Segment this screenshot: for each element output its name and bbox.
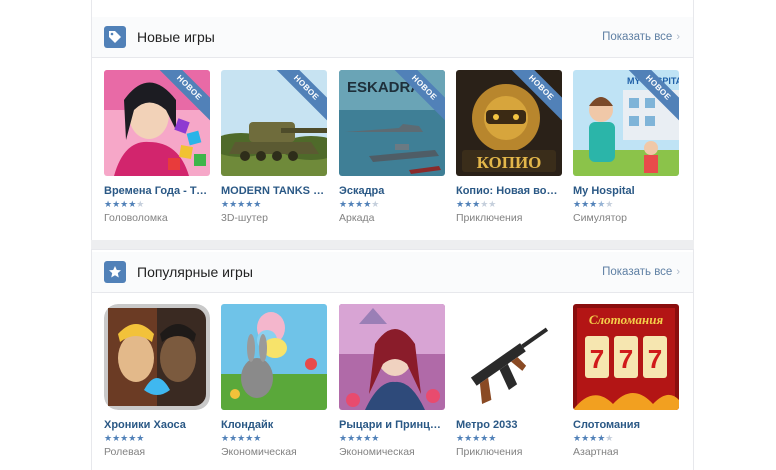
rating-stars: ★★★★★ — [221, 433, 262, 443]
show-all-link[interactable]: Показать все › — [602, 31, 680, 43]
rating-stars: ★★★★★ — [104, 199, 145, 209]
game-thumbnail[interactable]: Слотомания 7 7 7 — [573, 304, 679, 410]
game-card[interactable]: Хроники Хаоса ★★★★★ Ролевая — [104, 304, 210, 458]
game-title[interactable]: Копио: Новая война — [456, 185, 562, 197]
game-card[interactable]: Метро 2033 ★★★★★ Приключения — [456, 304, 562, 458]
game-card[interactable]: НОВОЕ MODERN TANKS BAT... ★★★★★ 3D-шутер — [221, 70, 327, 224]
show-all-label: Показать все — [602, 31, 673, 43]
rating-stars: ★★★★★ — [456, 433, 497, 443]
new-games-panel: Новые игры Показать все › НОВОЕ Времена … — [91, 0, 694, 241]
tag-icon — [104, 26, 126, 48]
rating-stars: ★★★★★ — [573, 433, 614, 443]
rating-stars: ★★★★★ — [104, 433, 145, 443]
svg-text:7: 7 — [648, 344, 662, 374]
game-title[interactable]: Времена Года - Три в... — [104, 185, 210, 197]
game-thumbnail[interactable]: MY HOSPITAL НОВОЕ — [573, 70, 679, 176]
game-title[interactable]: Клондайк — [221, 419, 327, 431]
section-title: Популярные игры — [137, 264, 253, 280]
game-title[interactable]: Слотомания — [573, 419, 679, 431]
game-title[interactable]: Рыцари и Принцессы — [339, 419, 445, 431]
section-divider — [91, 240, 694, 249]
game-genre: Ролевая — [104, 446, 146, 458]
game-title[interactable]: Метро 2033 — [456, 419, 562, 431]
section-title: Новые игры — [137, 29, 215, 45]
game-genre: Экономическая — [339, 446, 415, 458]
game-genre: Азартная — [573, 446, 619, 458]
game-genre: 3D-шутер — [221, 212, 268, 224]
game-title[interactable]: Хроники Хаоса — [104, 419, 210, 431]
game-thumbnail[interactable] — [456, 304, 562, 410]
popular-games-header: Популярные игры Показать все › — [92, 252, 693, 293]
game-thumbnail[interactable] — [339, 304, 445, 410]
new-games-header: Новые игры Показать все › — [92, 17, 693, 58]
game-title[interactable]: Эскадра — [339, 185, 445, 197]
rating-stars: ★★★★★ — [573, 199, 614, 209]
rating-stars: ★★★★★ — [221, 199, 262, 209]
game-card[interactable]: Рыцари и Принцессы ★★★★★ Экономическая — [339, 304, 445, 458]
rating-stars: ★★★★★ — [456, 199, 497, 209]
game-genre: Симулятор — [573, 212, 627, 224]
chevron-right-icon: › — [676, 31, 680, 43]
game-card[interactable]: ESKADRA НОВОЕ Эскадра ★★★★★ Аркада — [339, 70, 445, 224]
rating-stars: ★★★★★ — [339, 433, 380, 443]
game-thumbnail[interactable]: КОПИО НОВОЕ — [456, 70, 562, 176]
game-logo-text: Слотомания — [589, 312, 664, 327]
chevron-right-icon: › — [676, 266, 680, 278]
game-thumbnail[interactable] — [104, 304, 210, 410]
game-genre: Приключения — [456, 446, 523, 458]
svg-text:7: 7 — [619, 344, 633, 374]
show-all-label: Показать все — [602, 266, 673, 278]
game-title[interactable]: MODERN TANKS BAT... — [221, 185, 327, 197]
svg-text:7: 7 — [590, 344, 604, 374]
game-thumbnail[interactable]: ESKADRA НОВОЕ — [339, 70, 445, 176]
game-logo-text: КОПИО — [477, 153, 542, 172]
game-card[interactable]: MY HOSPITAL НОВОЕ My Hospital ★★★★★ Симу… — [573, 70, 679, 224]
game-card[interactable]: Слотомания 7 7 7 Слотомания ★★★★★ Азартн… — [573, 304, 679, 458]
game-genre: Экономическая — [221, 446, 297, 458]
game-thumbnail[interactable]: НОВОЕ — [104, 70, 210, 176]
game-thumbnail[interactable] — [221, 304, 327, 410]
game-genre: Аркада — [339, 212, 375, 224]
game-genre: Головоломка — [104, 212, 168, 224]
game-card[interactable]: КОПИО НОВОЕ Копио: Новая война ★★★★★ При… — [456, 70, 562, 224]
rating-stars: ★★★★★ — [339, 199, 380, 209]
game-card[interactable]: Клондайк ★★★★★ Экономическая — [221, 304, 327, 458]
game-genre: Приключения — [456, 212, 523, 224]
game-thumbnail[interactable]: НОВОЕ — [221, 70, 327, 176]
star-icon — [104, 261, 126, 283]
show-all-link[interactable]: Показать все › — [602, 266, 680, 278]
game-title[interactable]: My Hospital — [573, 185, 679, 197]
game-card[interactable]: НОВОЕ Времена Года - Три в... ★★★★★ Голо… — [104, 70, 210, 224]
popular-games-panel: Популярные игры Показать все › Хроники Ха… — [91, 249, 694, 470]
